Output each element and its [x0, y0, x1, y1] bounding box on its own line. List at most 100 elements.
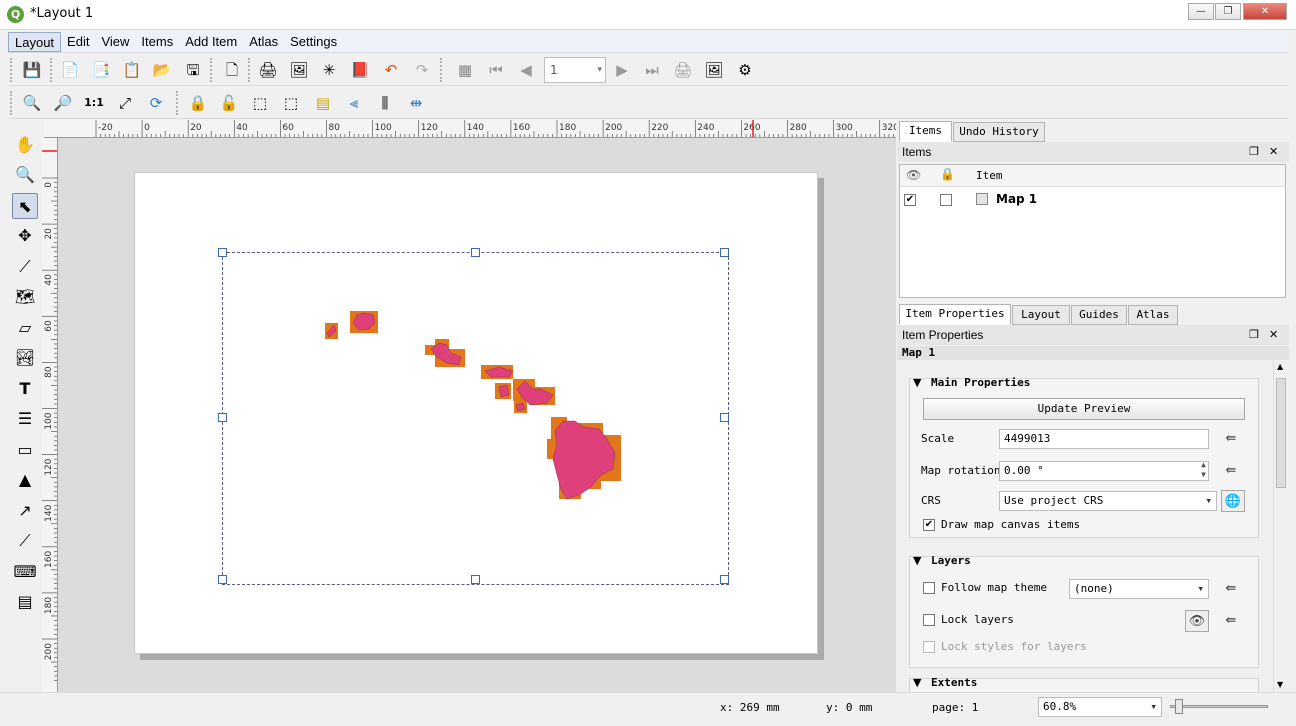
- follow-map-theme-checkbox[interactable]: [923, 582, 935, 594]
- scroll-down-icon[interactable]: ▼: [1277, 680, 1283, 689]
- move-content-tool-icon[interactable]: ✥: [12, 223, 38, 249]
- resize-handle-right[interactable]: [720, 413, 729, 422]
- resize-handle-bottom[interactable]: [471, 575, 480, 584]
- zoom-select[interactable]: 60.8%: [1038, 697, 1162, 717]
- horizontal-ruler[interactable]: -20 0 20 40 60 80 100 120 140 160 180 200 220 240 260 2…: [44, 120, 896, 138]
- tab-atlas[interactable]: Atlas: [1128, 305, 1178, 325]
- resize-icon[interactable]: ⇹: [404, 91, 428, 115]
- zoom-full-icon[interactable]: ⤢: [113, 91, 137, 115]
- zoom-in-icon[interactable]: 🔍: [20, 91, 44, 115]
- map-theme-select[interactable]: (none): [1069, 579, 1209, 599]
- toolbar-grip[interactable]: [10, 91, 14, 115]
- unlock-items-icon[interactable]: 🔓: [217, 91, 241, 115]
- item-row-map-1[interactable]: ✔ Map 1: [900, 189, 1285, 211]
- map-item[interactable]: [218, 248, 729, 585]
- close-panel-icon[interactable]: ✕: [1269, 142, 1278, 162]
- visibility-checkbox[interactable]: ✔: [904, 194, 916, 206]
- export-pdf-icon[interactable]: 📕: [348, 58, 372, 82]
- add-picture-icon[interactable]: 🏞: [12, 345, 38, 371]
- minimize-button[interactable]: —: [1188, 3, 1214, 20]
- save-icon[interactable]: 💾: [20, 58, 44, 82]
- menu-layout[interactable]: Layout: [8, 31, 62, 52]
- select-move-tool-icon[interactable]: ⬉: [12, 193, 38, 219]
- first-feature-icon[interactable]: ⏮: [484, 58, 508, 82]
- align-left-icon[interactable]: ⫷: [342, 91, 366, 115]
- crs-select[interactable]: Use project CRS: [999, 491, 1217, 511]
- export-atlas-icon[interactable]: 🖼: [702, 58, 726, 82]
- resize-handle-top-left[interactable]: [218, 248, 227, 257]
- toolbar-grip[interactable]: [210, 58, 214, 82]
- duplicate-layout-icon[interactable]: 📑: [89, 58, 113, 82]
- layout-manager-icon[interactable]: 📋: [120, 58, 144, 82]
- spin-arrows-icon[interactable]: ▲ ▼: [1201, 460, 1206, 480]
- zoom-out-icon[interactable]: 🔎: [51, 91, 75, 115]
- zoom-slider-thumb[interactable]: [1175, 699, 1183, 714]
- crs-selector-globe-icon[interactable]: 🌐: [1221, 490, 1245, 512]
- scroll-up-icon[interactable]: ▲: [1277, 362, 1283, 371]
- atlas-preview-icon[interactable]: ▦: [453, 58, 477, 82]
- previous-feature-icon[interactable]: ◀: [514, 58, 538, 82]
- tab-items[interactable]: Items: [899, 121, 952, 142]
- tab-guides[interactable]: Guides: [1071, 305, 1127, 325]
- close-button[interactable]: ✕: [1243, 3, 1287, 20]
- distribute-icon[interactable]: ⫼: [373, 91, 397, 115]
- toolbar-grip[interactable]: [10, 58, 14, 82]
- toolbar-grip[interactable]: [248, 58, 252, 82]
- lock-items-icon[interactable]: 🔒: [186, 91, 210, 115]
- add-label-icon[interactable]: T: [12, 376, 38, 402]
- scrollbar-thumb[interactable]: [1276, 378, 1286, 488]
- lock-checkbox[interactable]: [940, 194, 952, 206]
- properties-scrollbar[interactable]: ▲ ▼: [1273, 360, 1287, 692]
- tab-layout[interactable]: Layout: [1012, 305, 1070, 325]
- resize-handle-top-right[interactable]: [720, 248, 729, 257]
- tab-undo-history[interactable]: Undo History: [953, 122, 1045, 142]
- last-feature-icon[interactable]: ⏭: [640, 58, 664, 82]
- add-map-icon[interactable]: 🗺: [12, 284, 38, 310]
- menu-view[interactable]: View: [95, 32, 135, 52]
- layout-canvas[interactable]: [58, 138, 896, 692]
- float-panel-icon[interactable]: ❐: [1249, 325, 1259, 345]
- export-svg-icon[interactable]: ✳: [317, 58, 341, 82]
- map-rotation-spinbox[interactable]: 0.00 ° ▲ ▼: [999, 460, 1209, 481]
- zoom-slider[interactable]: [1170, 699, 1268, 714]
- zoom-actual-icon[interactable]: 1:1: [82, 91, 106, 115]
- add-node-item-icon[interactable]: ⟋: [12, 528, 38, 554]
- data-defined-override-icon[interactable]: ⇚: [1219, 578, 1243, 600]
- maximize-button[interactable]: ❐: [1215, 3, 1241, 20]
- collapse-triangle-icon[interactable]: ▼: [913, 554, 921, 567]
- refresh-icon[interactable]: ⟳: [144, 91, 168, 115]
- layer-visibility-eye-icon[interactable]: 👁: [1185, 610, 1209, 632]
- add-shape-icon[interactable]: ▲: [12, 467, 38, 493]
- chevron-down-icon[interactable]: ▾: [597, 58, 602, 82]
- add-arrow-icon[interactable]: ↗: [12, 498, 38, 524]
- new-layout-icon[interactable]: 📄: [58, 58, 82, 82]
- items-tree[interactable]: 👁 🔒 Item ✔ Map 1: [899, 164, 1286, 298]
- resize-handle-top[interactable]: [471, 248, 480, 257]
- edit-nodes-tool-icon[interactable]: ⟋: [12, 254, 38, 280]
- save-as-template-icon[interactable]: 🖫: [181, 58, 205, 82]
- menu-add-item[interactable]: Add Item: [179, 32, 243, 52]
- add-3d-map-icon[interactable]: ▱: [12, 315, 38, 341]
- lock-styles-checkbox[interactable]: [923, 641, 935, 653]
- open-folder-icon[interactable]: 📂: [150, 58, 174, 82]
- atlas-settings-icon[interactable]: ⚙: [733, 58, 757, 82]
- data-defined-override-icon[interactable]: ⇚: [1219, 428, 1243, 450]
- raise-items-icon[interactable]: ▤: [311, 91, 335, 115]
- toolbar-grip[interactable]: [440, 58, 444, 82]
- toolbar-grip[interactable]: [50, 58, 54, 82]
- menu-atlas[interactable]: Atlas: [243, 32, 284, 52]
- data-defined-override-icon[interactable]: ⇚: [1219, 460, 1243, 482]
- add-scalebar-icon[interactable]: ▭: [12, 437, 38, 463]
- ungroup-items-icon[interactable]: ⬚: [279, 91, 303, 115]
- print-icon[interactable]: 🖨: [256, 58, 280, 82]
- item-properties-scroll-area[interactable]: ▼ Main Properties Update Preview Scale 4…: [899, 360, 1272, 692]
- add-page-icon[interactable]: 🗋: [220, 58, 244, 82]
- resize-handle-bottom-right[interactable]: [720, 575, 729, 584]
- menu-edit[interactable]: Edit: [61, 32, 95, 52]
- pan-tool-icon[interactable]: ✋: [12, 132, 38, 158]
- toolbar-grip[interactable]: [176, 91, 180, 115]
- float-panel-icon[interactable]: ❐: [1249, 142, 1259, 162]
- redo-icon[interactable]: ↷: [410, 58, 434, 82]
- collapse-triangle-icon[interactable]: ▼: [913, 376, 921, 389]
- resize-handle-left[interactable]: [218, 413, 227, 422]
